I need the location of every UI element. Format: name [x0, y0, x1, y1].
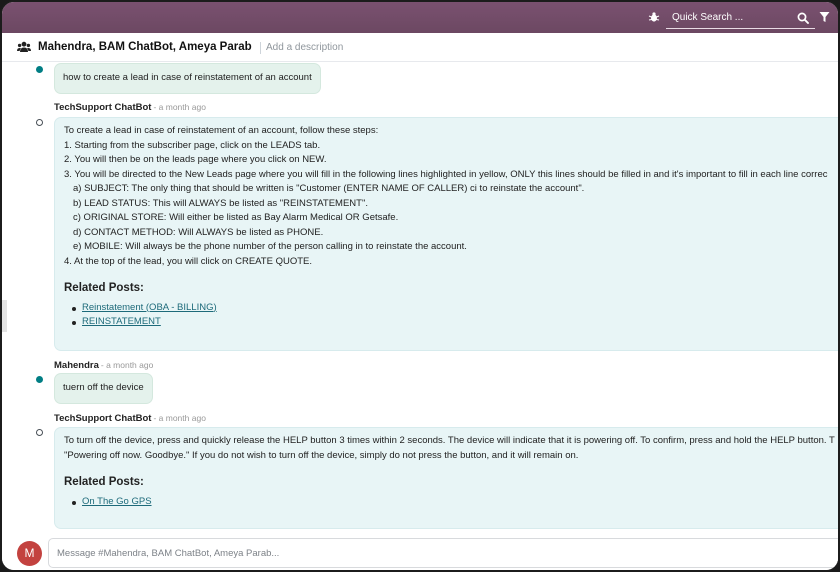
message-line: To create a lead in case of reinstatemen…: [64, 125, 379, 136]
list-item: REINSTATEMENT: [64, 315, 838, 330]
quick-search-input[interactable]: [666, 7, 786, 27]
message-bubble: tuern off the device: [54, 373, 153, 404]
message-composer: M: [2, 536, 838, 570]
message-time: - a month ago: [100, 360, 154, 370]
author-name[interactable]: TechSupport ChatBot: [54, 102, 151, 113]
avatar: M: [17, 541, 42, 566]
message-text: tuern off the device: [63, 382, 144, 393]
message-line: 3. You will be directed to the New Leads…: [64, 168, 828, 180]
message-line: 1. Starting from the subscriber page, cl…: [64, 139, 321, 151]
message-bubble: how to create a lead in case of reinstat…: [54, 63, 321, 94]
bug-icon[interactable]: [648, 11, 660, 23]
message-text: how to create a lead in case of reinstat…: [63, 72, 312, 83]
list-item: On The Go GPS: [64, 495, 838, 510]
app-window: Mahendra, BAM ChatBot, Ameya Parab Add a…: [0, 0, 840, 572]
message-line: b) LEAD STATUS: This will ALWAYS be list…: [73, 197, 368, 209]
message-line: c) ORIGINAL STORE: Will either be listed…: [73, 212, 399, 223]
add-description-field[interactable]: Add a description: [266, 42, 343, 53]
message-time: - a month ago: [153, 102, 206, 112]
online-status-dot: [36, 376, 43, 383]
related-posts-heading: Related Posts:: [64, 476, 144, 488]
offline-status-dot: [36, 119, 43, 126]
related-post-link[interactable]: Reinstatement (OBA - BILLING): [82, 302, 217, 313]
message-line: 4. At the top of the lead, you will clic…: [64, 255, 312, 267]
channel-header: Mahendra, BAM ChatBot, Ameya Parab Add a…: [2, 33, 838, 62]
online-status-dot: [36, 66, 43, 73]
message-line: a) SUBJECT: The only thing that should b…: [73, 183, 585, 194]
author-name[interactable]: TechSupport ChatBot: [54, 413, 151, 424]
message-line: "Powering off now. Goodbye." If you do n…: [64, 449, 579, 461]
message-time: - a month ago: [153, 413, 206, 423]
related-posts-list: Reinstatement (OBA - BILLING) REINSTATEM…: [64, 301, 838, 330]
message-input[interactable]: [49, 539, 838, 567]
related-posts-heading: Related Posts:: [64, 282, 144, 294]
panel-resize-handle[interactable]: [2, 300, 7, 332]
message-author: Mahendra - a month ago: [54, 360, 153, 371]
related-post-link[interactable]: REINSTATEMENT: [82, 316, 161, 327]
related-posts-list: On The Go GPS: [64, 495, 838, 510]
message-author: TechSupport ChatBot - a month ago: [54, 102, 206, 113]
message-author: TechSupport ChatBot - a month ago: [54, 413, 206, 424]
list-item: Reinstatement (OBA - BILLING): [64, 301, 838, 316]
top-navbar: [2, 2, 838, 33]
message-line: 2. You will then be on the leads page wh…: [64, 154, 327, 165]
filter-icon[interactable]: [819, 11, 830, 23]
channel-title: Mahendra, BAM ChatBot, Ameya Parab: [38, 41, 252, 53]
composer-box: [48, 538, 838, 568]
header-divider: [260, 42, 261, 54]
quick-search: [666, 7, 815, 29]
message-bubble: To turn off the device, press and quickl…: [54, 427, 838, 529]
message-thread[interactable]: how to create a lead in case of reinstat…: [2, 62, 838, 536]
users-icon: [17, 41, 31, 52]
search-icon[interactable]: [797, 12, 809, 24]
message-bubble: To create a lead in case of reinstatemen…: [54, 117, 838, 351]
related-post-link[interactable]: On The Go GPS: [82, 496, 152, 507]
message-line: d) CONTACT METHOD: Will ALWAYS be listed…: [73, 226, 324, 238]
message-line: e) MOBILE: Will always be the phone numb…: [73, 241, 467, 252]
offline-status-dot: [36, 429, 43, 436]
message-line: To turn off the device, press and quickl…: [64, 435, 835, 446]
author-name[interactable]: Mahendra: [54, 360, 99, 371]
